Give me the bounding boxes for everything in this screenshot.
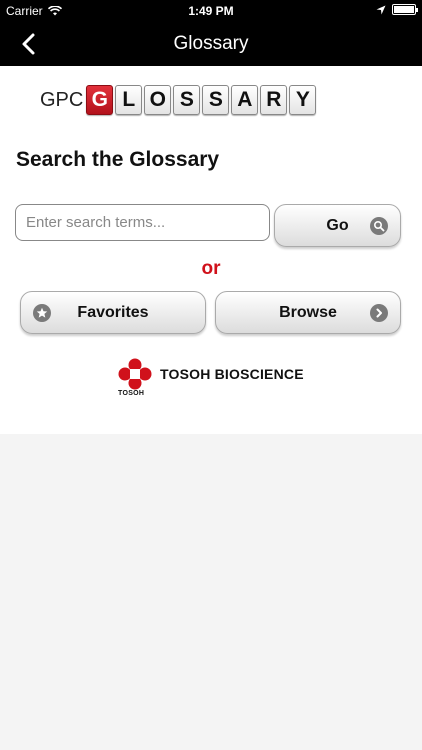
status-bar: Carrier 1:49 PM [0, 0, 422, 22]
star-icon [33, 304, 51, 322]
logo-tile: G [86, 85, 114, 115]
brand-name: TOSOH BIOSCIENCE [160, 366, 304, 382]
browse-button[interactable]: Browse [215, 291, 401, 334]
logo-tile: S [202, 85, 230, 115]
tosoh-bioscience-logo: TOSOH TOSOH BIOSCIENCE [118, 358, 304, 402]
gpc-glossary-logo: GPC G L O S S A R Y [40, 84, 318, 116]
status-right [376, 4, 418, 15]
favorites-button-label: Favorites [77, 303, 149, 321]
search-input[interactable] [15, 204, 270, 241]
go-button-label: Go [326, 216, 349, 234]
logo-tile: R [260, 85, 288, 115]
logo-tile: A [231, 85, 259, 115]
tosoh-cross-icon [118, 358, 152, 390]
nav-title: Glossary [173, 33, 249, 54]
or-divider-text: or [201, 258, 221, 279]
empty-area [0, 434, 422, 750]
search-heading: Search the Glossary [16, 148, 220, 171]
battery-icon [392, 4, 418, 15]
logo-tile: S [173, 85, 201, 115]
favorites-button[interactable]: Favorites [20, 291, 206, 334]
tosoh-mark-text: TOSOH [118, 390, 145, 397]
location-arrow-icon [376, 5, 386, 14]
go-button[interactable]: Go [274, 204, 401, 247]
nav-bar: Glossary [0, 22, 422, 66]
browse-button-label: Browse [279, 303, 337, 321]
tosoh-mark: TOSOH [118, 358, 154, 402]
search-icon [370, 217, 388, 235]
chevron-right-icon [370, 304, 388, 322]
logo-prefix: GPC [40, 88, 84, 111]
status-time: 1:49 PM [188, 4, 234, 18]
main-content: GPC G L O S S A R Y Search the Glossary … [0, 66, 422, 434]
logo-tile: L [115, 85, 143, 115]
logo-tile: O [144, 85, 172, 115]
logo-tile: Y [289, 85, 317, 115]
